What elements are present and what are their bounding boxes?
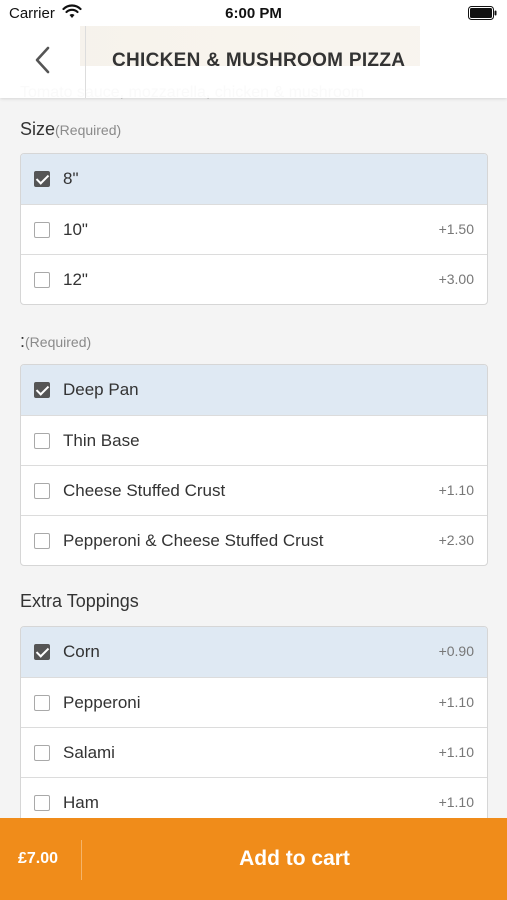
option-price: +1.10 (438, 694, 474, 710)
product-header: CHICKEN & MUSHROOM PIZZA (0, 26, 507, 98)
checkbox[interactable] (34, 171, 50, 187)
status-bar: Carrier 6:00 PM (0, 0, 507, 26)
option-row[interactable]: Salami +1.10 (21, 727, 487, 777)
option-label: Deep Pan (63, 380, 139, 399)
checkbox[interactable] (34, 533, 50, 549)
option-label: 12" (63, 270, 88, 289)
option-label: 10" (63, 220, 88, 239)
checkbox[interactable] (34, 433, 50, 449)
checkbox[interactable] (34, 695, 50, 711)
checkbox[interactable] (34, 745, 50, 761)
option-price: +2.30 (438, 532, 474, 548)
option-label: Salami (63, 743, 115, 762)
option-label: Corn (63, 642, 100, 661)
checkbox[interactable] (34, 272, 50, 288)
back-button[interactable] (0, 26, 86, 98)
total-price: £7.00 (18, 850, 59, 867)
page-title: CHICKEN & MUSHROOM PIZZA (112, 50, 406, 71)
battery-icon (468, 6, 498, 25)
option-row[interactable]: 10" +1.50 (21, 204, 487, 254)
option-row[interactable]: 12" +3.00 (21, 254, 487, 304)
option-price: +0.90 (438, 643, 474, 659)
option-label: Thin Base (63, 431, 140, 450)
option-group-size: 8" 10" +1.50 12" +3.00 (20, 153, 488, 305)
option-row[interactable]: 8" (21, 154, 487, 204)
option-price: +1.10 (438, 482, 474, 498)
option-price: +1.10 (438, 744, 474, 760)
option-row[interactable]: Deep Pan (21, 365, 487, 415)
option-price: +1.50 (438, 221, 474, 237)
checkbox[interactable] (34, 382, 50, 398)
option-row[interactable]: Pepperoni +1.10 (21, 677, 487, 727)
checkbox[interactable] (34, 795, 50, 811)
option-row[interactable]: Cheese Stuffed Crust +1.10 (21, 465, 487, 515)
section-title-base: :(Required) (20, 331, 91, 352)
option-group-base: Deep Pan Thin Base Cheese Stuffed Crust … (20, 364, 488, 566)
option-label: Pepperoni & Cheese Stuffed Crust (63, 531, 324, 550)
required-label: (Required) (55, 122, 122, 138)
section-title-text: Size (20, 119, 56, 139)
option-row[interactable]: Corn +0.90 (21, 627, 487, 677)
option-label: 8" (63, 169, 79, 188)
option-label: Cheese Stuffed Crust (63, 481, 226, 500)
cart-bar: £7.00 Add to cart (0, 818, 507, 900)
checkbox[interactable] (34, 483, 50, 499)
checkbox[interactable] (34, 644, 50, 660)
option-price: +3.00 (438, 271, 474, 287)
option-row[interactable]: Thin Base (21, 415, 487, 465)
section-title-extra-toppings: Extra Toppings (20, 591, 139, 612)
chevron-left-icon (33, 45, 53, 80)
required-label: (Required) (25, 334, 92, 350)
option-row[interactable]: Pepperoni & Cheese Stuffed Crust +2.30 (21, 515, 487, 565)
checkbox[interactable] (34, 222, 50, 238)
option-label: Ham (63, 793, 99, 812)
section-title-size: Size(Required) (20, 119, 121, 140)
add-to-cart-button[interactable]: Add to cart (82, 818, 507, 900)
option-group-extra-toppings: Corn +0.90 Pepperoni +1.10 Salami +1.10 … (20, 626, 488, 826)
option-label: Pepperoni (63, 693, 141, 712)
option-price: +1.10 (438, 794, 474, 810)
status-time: 6:00 PM (225, 5, 282, 22)
section-title-text: Extra Toppings (20, 591, 139, 611)
